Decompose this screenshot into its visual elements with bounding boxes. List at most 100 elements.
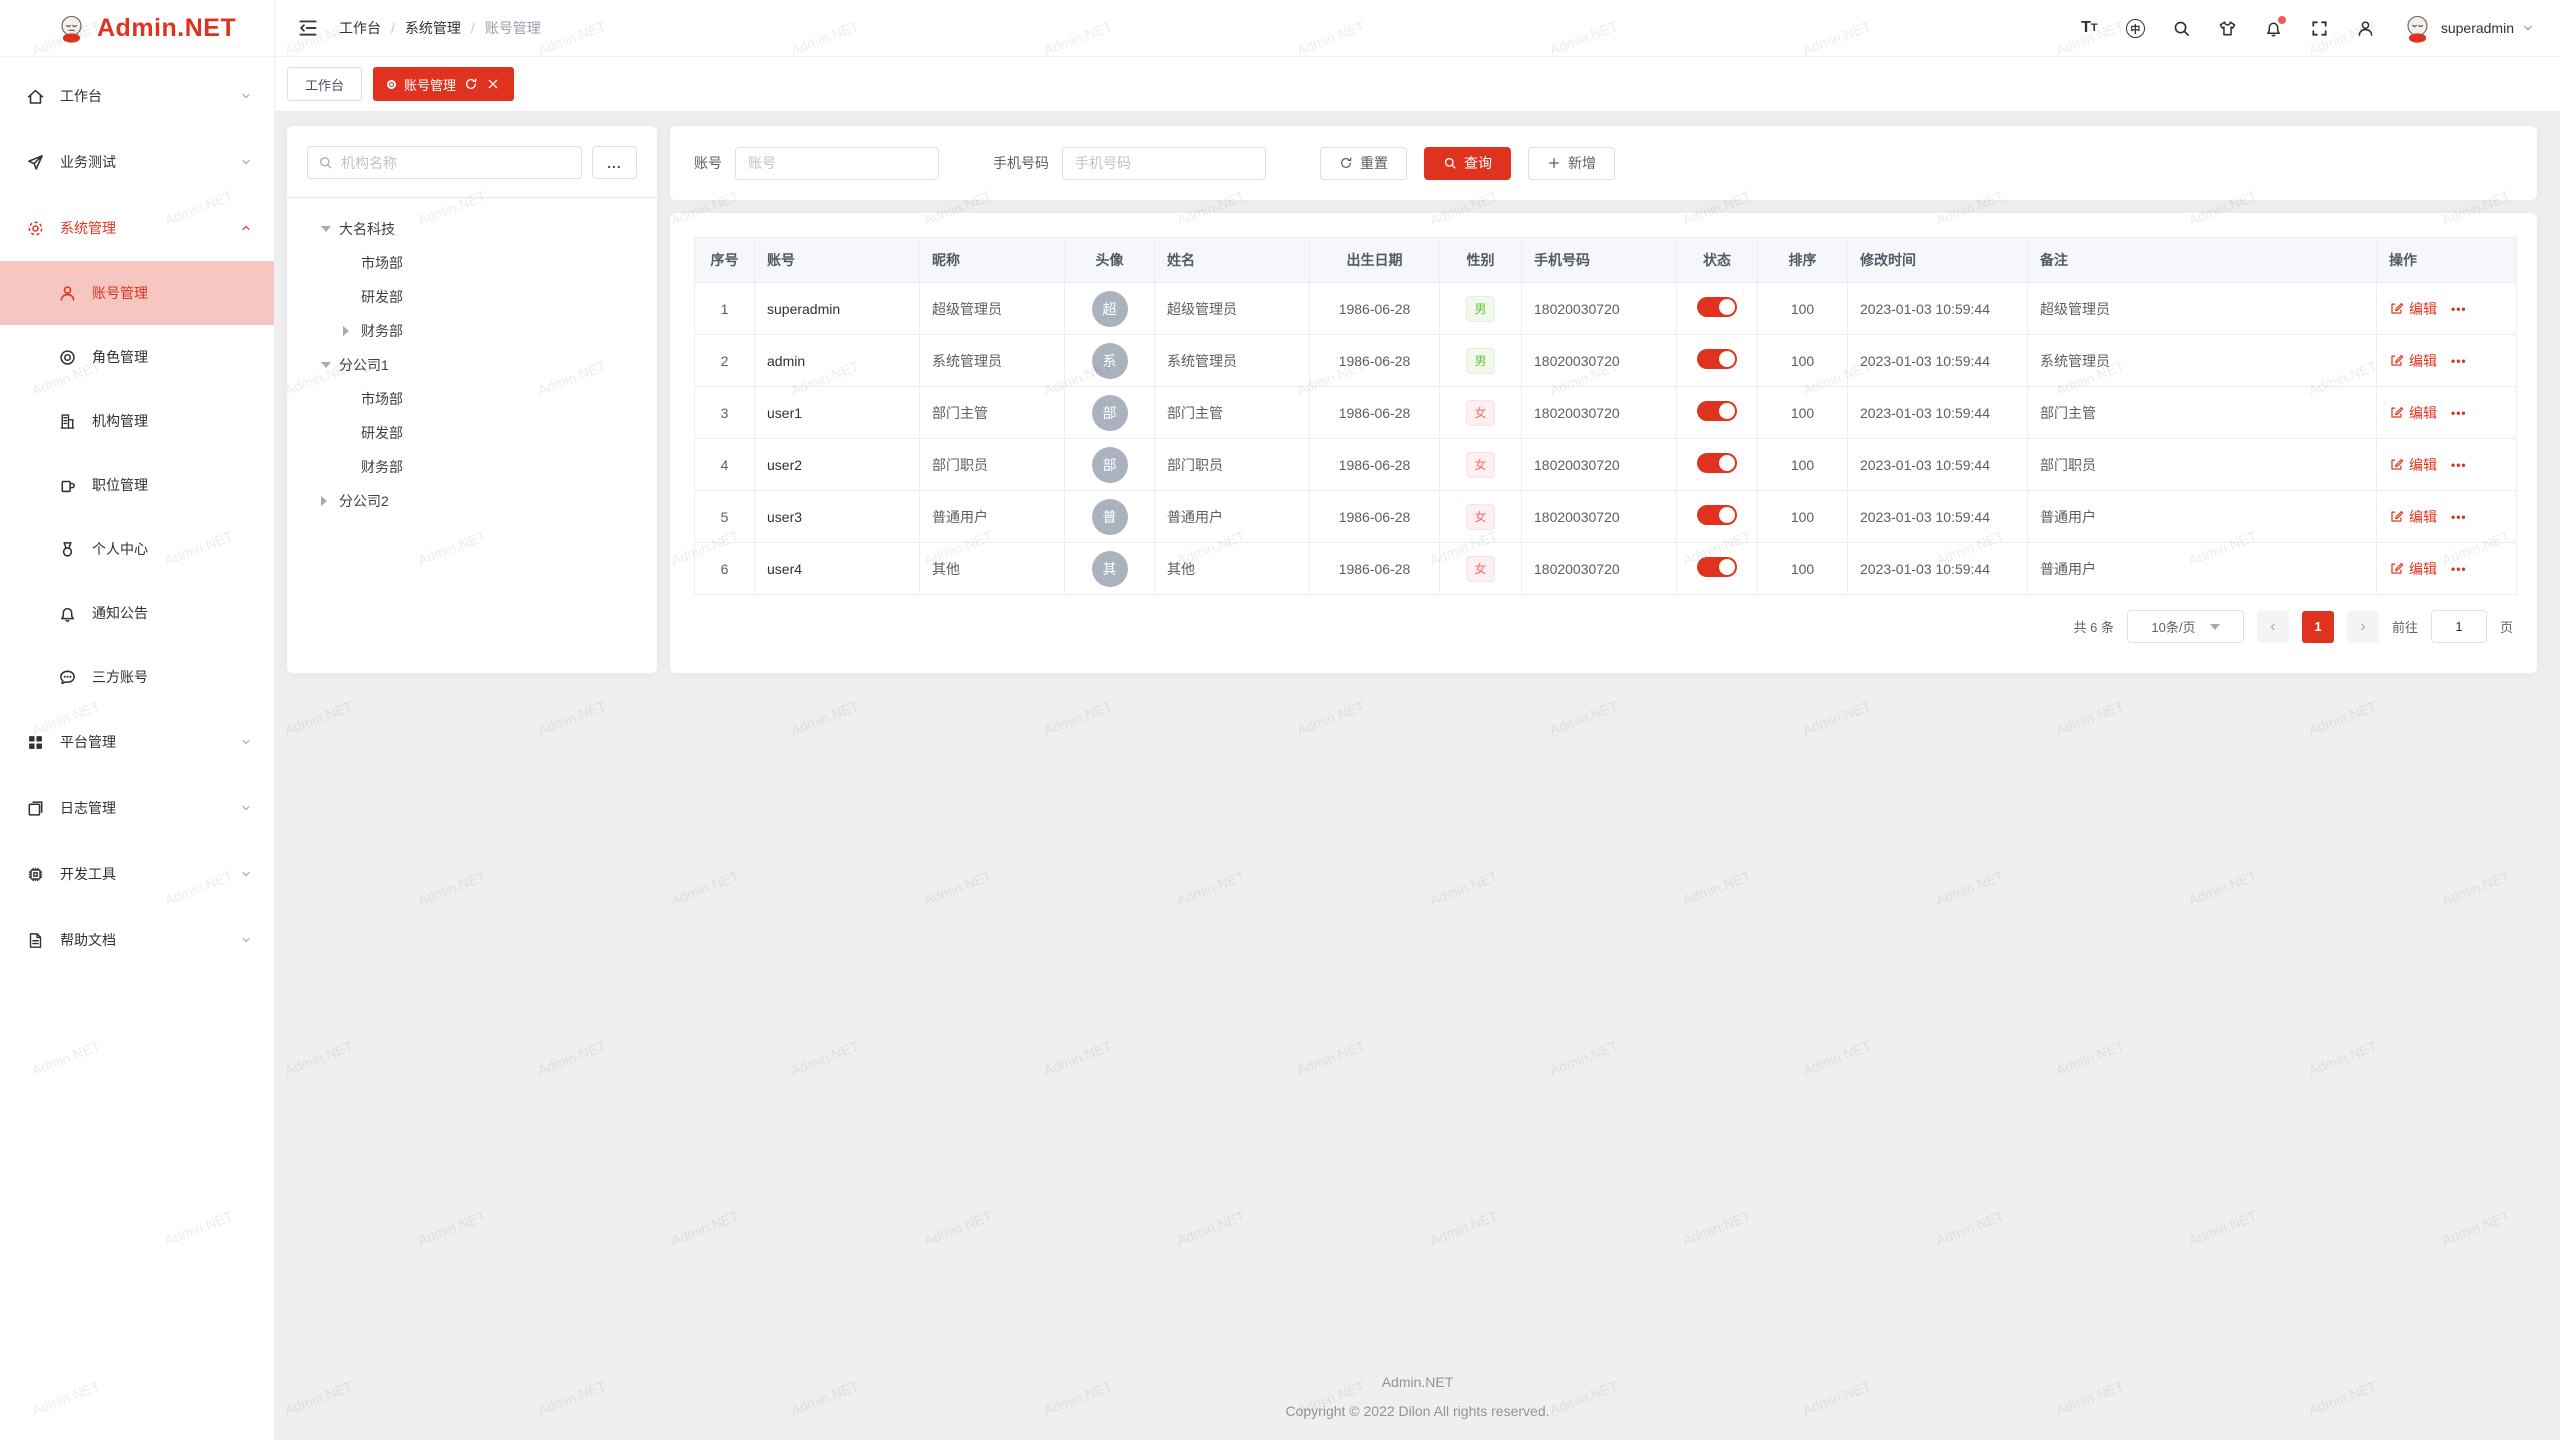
sidebar-item-workbench[interactable]: 工作台 <box>0 63 274 129</box>
add-button[interactable]: 新增 <box>1528 147 1615 180</box>
search-button[interactable]: 查询 <box>1424 147 1511 180</box>
sidebar-item-notice[interactable]: 通知公告 <box>0 581 274 645</box>
phone-input[interactable] <box>1062 147 1266 180</box>
breadcrumb-separator: / <box>391 20 395 36</box>
gear-icon <box>26 219 45 238</box>
cell-remark: 系统管理员 <box>2028 335 2377 387</box>
notification-icon[interactable] <box>2264 19 2283 38</box>
next-page-button[interactable]: › <box>2347 611 2379 643</box>
cell-nickname: 超级管理员 <box>920 283 1065 335</box>
tree-node[interactable]: 财务部 <box>307 450 637 484</box>
tree-node-label: 研发部 <box>361 287 403 307</box>
org-tree-panel: ... 大名科技市场部研发部财务部分公司1市场部研发部财务部分公司2 <box>287 126 657 673</box>
prev-page-button[interactable]: ‹ <box>2257 611 2289 643</box>
sidebar-item-org-mgmt[interactable]: 机构管理 <box>0 389 274 453</box>
sidebar-item-log-mgmt[interactable]: 日志管理 <box>0 775 274 841</box>
tree-more-button[interactable]: ... <box>592 146 637 179</box>
font-size-icon[interactable]: TT <box>2080 19 2099 38</box>
breadcrumb-item[interactable]: 工作台 <box>339 18 381 38</box>
status-toggle[interactable] <box>1697 349 1737 369</box>
cell-phone: 18020030720 <box>1522 335 1677 387</box>
account-input[interactable] <box>735 147 939 180</box>
tree-node[interactable]: 研发部 <box>307 280 637 314</box>
tab-account-mgmt[interactable]: 账号管理 <box>373 67 514 101</box>
user-menu[interactable]: superadmin <box>2402 13 2534 44</box>
tree-node[interactable]: 财务部 <box>307 314 637 348</box>
cell-name: 部门主管 <box>1155 387 1310 439</box>
edit-button[interactable]: 编辑 <box>2389 403 2437 423</box>
sidebar-item-third-party-account[interactable]: 三方账号 <box>0 645 274 709</box>
menu-fold-icon[interactable] <box>297 17 319 39</box>
system-mgmt-submenu: 账号管理 角色管理 机构管理 职位管理 个人中心 <box>0 261 274 709</box>
row-more-button[interactable]: ••• <box>2451 302 2467 316</box>
edit-button[interactable]: 编辑 <box>2389 351 2437 371</box>
status-toggle[interactable] <box>1697 401 1737 421</box>
breadcrumb-item[interactable]: 系统管理 <box>405 18 461 38</box>
goto-page-input[interactable] <box>2431 610 2487 643</box>
caret-collapsed-icon[interactable] <box>343 326 361 336</box>
tab-workbench[interactable]: 工作台 <box>287 67 362 101</box>
status-toggle[interactable] <box>1697 505 1737 525</box>
cell-account: superadmin <box>755 283 920 335</box>
cell-birthdate: 1986-06-28 <box>1310 543 1440 595</box>
edit-button[interactable]: 编辑 <box>2389 507 2437 527</box>
sidebar-item-system-mgmt[interactable]: 系统管理 <box>0 195 274 261</box>
column-header: 排序 <box>1758 238 1848 283</box>
edit-button[interactable]: 编辑 <box>2389 299 2437 319</box>
gender-tag: 男 <box>1466 296 1494 322</box>
sidebar-item-profile-center[interactable]: 个人中心 <box>0 517 274 581</box>
row-more-button[interactable]: ••• <box>2451 406 2467 420</box>
gender-tag: 女 <box>1466 400 1494 426</box>
sidebar-item-platform-mgmt[interactable]: 平台管理 <box>0 709 274 775</box>
cell-index: 5 <box>695 491 755 543</box>
tab-refresh-icon[interactable] <box>464 77 478 91</box>
cell-modified-time: 2023-01-03 10:59:44 <box>1848 283 2028 335</box>
page-size-select[interactable]: 10条/页 <box>2127 610 2244 643</box>
avatar: 其 <box>1092 551 1128 587</box>
mug-icon <box>58 476 77 495</box>
tree-node[interactable]: 分公司1 <box>307 348 637 382</box>
sidebar-menu: 工作台 业务测试 系统管理 账号管理 角色管理 <box>0 57 274 973</box>
org-search-input[interactable] <box>341 155 571 171</box>
language-icon[interactable]: 中 <box>2126 19 2145 38</box>
status-toggle[interactable] <box>1697 297 1737 317</box>
tree-node-label: 市场部 <box>361 253 403 273</box>
status-toggle[interactable] <box>1697 453 1737 473</box>
caret-expanded-icon[interactable] <box>321 226 339 232</box>
tab-close-icon[interactable] <box>486 77 500 91</box>
row-more-button[interactable]: ••• <box>2451 562 2467 576</box>
caret-expanded-icon[interactable] <box>321 362 339 368</box>
sidebar: Admin.NET 工作台 业务测试 系统管理 账号管理 <box>0 0 275 1440</box>
sidebar-item-position-mgmt[interactable]: 职位管理 <box>0 453 274 517</box>
row-more-button[interactable]: ••• <box>2451 354 2467 368</box>
search-icon[interactable] <box>2172 19 2191 38</box>
caret-collapsed-icon[interactable] <box>321 496 339 506</box>
sidebar-item-account-mgmt[interactable]: 账号管理 <box>0 261 274 325</box>
tree-node[interactable]: 大名科技 <box>307 212 637 246</box>
tree-node[interactable]: 研发部 <box>307 416 637 450</box>
column-header: 出生日期 <box>1310 238 1440 283</box>
sidebar-item-help-docs[interactable]: 帮助文档 <box>0 907 274 973</box>
cell-phone: 18020030720 <box>1522 491 1677 543</box>
cell-sort: 100 <box>1758 543 1848 595</box>
tree-node[interactable]: 市场部 <box>307 246 637 280</box>
app-logo[interactable]: Admin.NET <box>0 0 274 57</box>
cell-sort: 100 <box>1758 491 1848 543</box>
profile-icon[interactable] <box>2356 19 2375 38</box>
tree-node[interactable]: 市场部 <box>307 382 637 416</box>
edit-button[interactable]: 编辑 <box>2389 455 2437 475</box>
fullscreen-icon[interactable] <box>2310 19 2329 38</box>
sidebar-item-dev-tools[interactable]: 开发工具 <box>0 841 274 907</box>
edit-button[interactable]: 编辑 <box>2389 559 2437 579</box>
row-more-button[interactable]: ••• <box>2451 458 2467 472</box>
row-more-button[interactable]: ••• <box>2451 510 2467 524</box>
theme-icon[interactable] <box>2218 19 2237 38</box>
avatar: 普 <box>1092 499 1128 535</box>
tree-node[interactable]: 分公司2 <box>307 484 637 518</box>
status-toggle[interactable] <box>1697 557 1737 577</box>
reset-button[interactable]: 重置 <box>1320 147 1407 180</box>
chevron-down-icon <box>240 868 252 880</box>
page-number-1[interactable]: 1 <box>2302 611 2334 643</box>
sidebar-item-role-mgmt[interactable]: 角色管理 <box>0 325 274 389</box>
sidebar-item-business-test[interactable]: 业务测试 <box>0 129 274 195</box>
